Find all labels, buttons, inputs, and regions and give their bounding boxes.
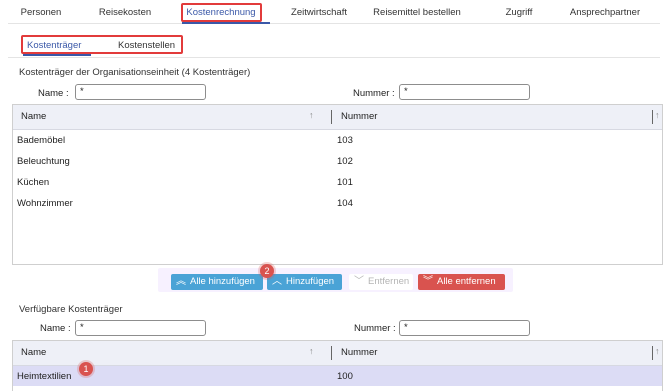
assigned-number-label: Nummer :: [353, 88, 395, 99]
chevron-up-icon: ︿: [272, 276, 282, 287]
sort-arrow-icon[interactable]: ↑: [309, 346, 314, 356]
double-chevron-up-icon: ︽: [176, 276, 186, 287]
step-badge-1: 1: [79, 362, 93, 376]
cell-number: 101: [337, 177, 353, 188]
cell-name: Wohnzimmer: [17, 198, 73, 209]
tab-zeitwirtschaft[interactable]: Zeitwirtschaft: [288, 4, 350, 22]
cell-number: 100: [337, 371, 353, 382]
tab-bar-divider: [8, 23, 660, 24]
cell-number: 102: [337, 156, 353, 167]
assigned-number-input[interactable]: *: [399, 84, 530, 100]
sort-arrow-icon[interactable]: ↑: [655, 110, 660, 120]
remove-all-button[interactable]: ︾ Alle entfernen: [418, 274, 505, 290]
available-name-input[interactable]: *: [75, 320, 206, 336]
assigned-col-name[interactable]: Name: [21, 111, 46, 122]
subtab-divider: [8, 57, 660, 58]
available-section-title: Verfügbare Kostenträger: [19, 304, 123, 315]
available-name-label: Name :: [40, 323, 71, 334]
add-button[interactable]: ︿ Hinzufügen: [267, 274, 342, 290]
remove-button[interactable]: ﹀ Entfernen: [349, 274, 413, 290]
cell-name: Heimtextilien: [17, 371, 72, 382]
double-chevron-down-icon: ︾: [423, 276, 433, 287]
sort-arrow-icon[interactable]: ↑: [309, 110, 314, 120]
assigned-name-label: Name :: [38, 88, 69, 99]
table-row[interactable]: Küchen 101: [13, 172, 662, 193]
assigned-grid: Name ↑ Nummer ↑ Bademöbel 103 Beleuchtun…: [12, 104, 663, 265]
column-separator[interactable]: [652, 110, 653, 124]
assigned-grid-header: Name ↑ Nummer ↑: [13, 105, 662, 130]
cell-name: Küchen: [17, 177, 50, 188]
tab-personen[interactable]: Personen: [18, 4, 64, 22]
assigned-col-number[interactable]: Nummer: [341, 111, 377, 122]
available-grid-header: Name ↑ Nummer ↑: [13, 341, 662, 366]
highlight-box-kostenrechnung: [181, 3, 262, 22]
cell-number: 104: [337, 198, 353, 209]
available-number-label: Nummer :: [354, 323, 396, 334]
available-number-input[interactable]: *: [399, 320, 530, 336]
tab-reisemittel-bestellen[interactable]: Reisemittel bestellen: [368, 4, 466, 22]
chevron-down-icon: ﹀: [354, 276, 364, 287]
cell-name: Bademöbel: [17, 135, 66, 146]
cell-name: Beleuchtung: [17, 156, 70, 167]
column-separator[interactable]: [652, 346, 653, 360]
add-label: Hinzufügen: [286, 276, 335, 287]
add-all-label: Alle hinzufügen: [190, 276, 255, 287]
available-col-name[interactable]: Name: [21, 347, 46, 358]
tab-zugriff[interactable]: Zugriff: [500, 4, 538, 22]
table-row[interactable]: Beleuchtung 102: [13, 151, 662, 172]
remove-all-label: Alle entfernen: [437, 276, 496, 287]
column-separator[interactable]: [331, 110, 332, 124]
assigned-section-title: Kostenträger der Organisationseinheit (4…: [19, 67, 251, 78]
active-tab-underline: [182, 22, 270, 24]
add-all-button[interactable]: ︽ Alle hinzufügen: [171, 274, 263, 290]
table-row[interactable]: Wohnzimmer 104: [13, 193, 662, 214]
tab-ansprechpartner[interactable]: Ansprechpartner: [566, 4, 644, 22]
table-row-selected[interactable]: Heimtextilien 100: [13, 366, 662, 386]
highlight-box-subtabs: [21, 35, 183, 54]
tab-reisekosten[interactable]: Reisekosten: [96, 4, 154, 22]
available-col-number[interactable]: Nummer: [341, 347, 377, 358]
available-grid: Name ↑ Nummer ↑ Heimtextilien 100: [12, 340, 663, 391]
step-badge-2: 2: [260, 264, 274, 278]
sort-arrow-icon[interactable]: ↑: [655, 346, 660, 356]
table-row[interactable]: Bademöbel 103: [13, 130, 662, 151]
remove-label: Entfernen: [368, 276, 410, 287]
cell-number: 103: [337, 135, 353, 146]
assigned-name-input[interactable]: *: [75, 84, 206, 100]
column-separator[interactable]: [331, 346, 332, 360]
active-subtab-underline: [23, 54, 91, 56]
